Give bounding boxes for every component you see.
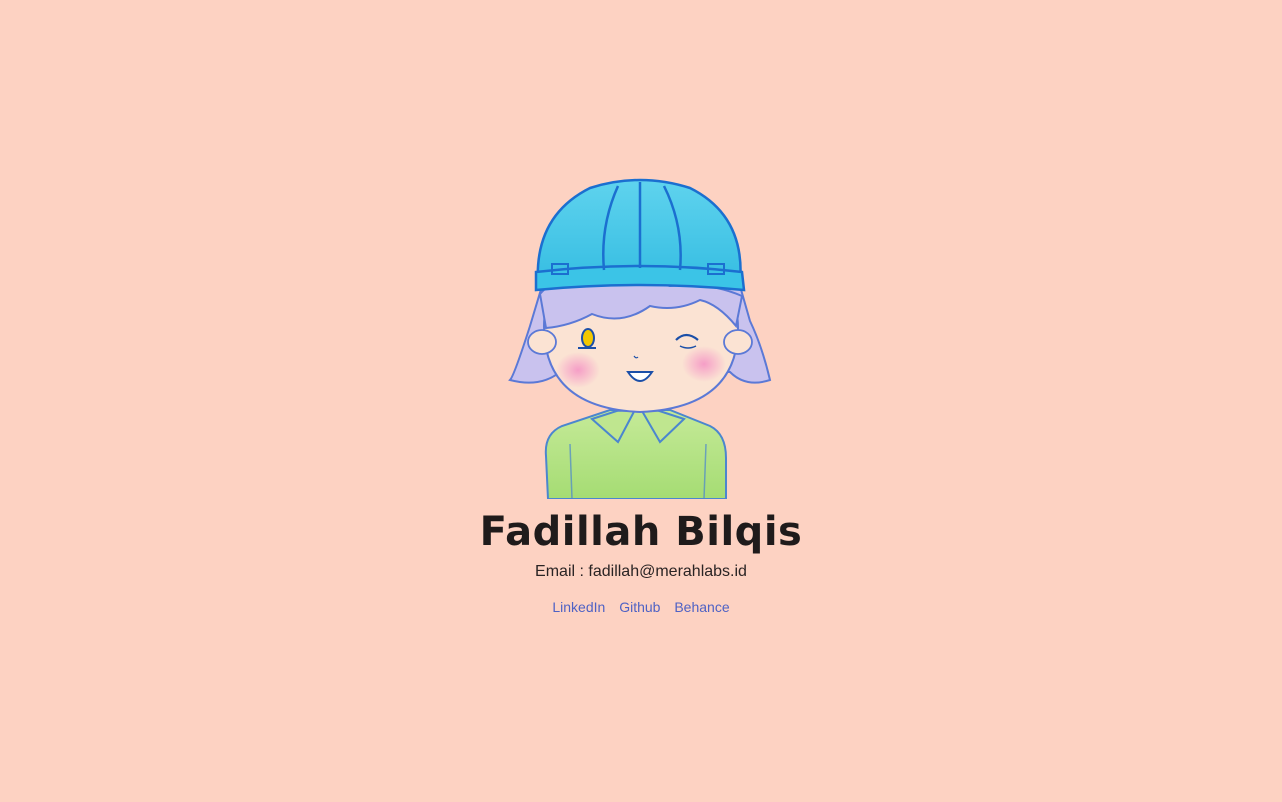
email-address: fadillah@merahlabs.id <box>588 563 747 580</box>
behance-link[interactable]: Behance <box>674 599 729 615</box>
avatar-illustration <box>500 176 780 499</box>
github-link[interactable]: Github <box>619 599 660 615</box>
profile-card: Fadillah Bilqis Email : fadillah@merahla… <box>0 0 1282 802</box>
email-label: Email : <box>535 563 589 580</box>
linkedin-link[interactable]: LinkedIn <box>552 599 605 615</box>
social-links: LinkedIn Github Behance <box>0 597 1282 617</box>
profile-name: Fadillah Bilqis <box>479 509 803 555</box>
email-line: Email : fadillah@merahlabs.id <box>0 561 1282 583</box>
girl-helmet-illustration-icon <box>508 178 772 499</box>
